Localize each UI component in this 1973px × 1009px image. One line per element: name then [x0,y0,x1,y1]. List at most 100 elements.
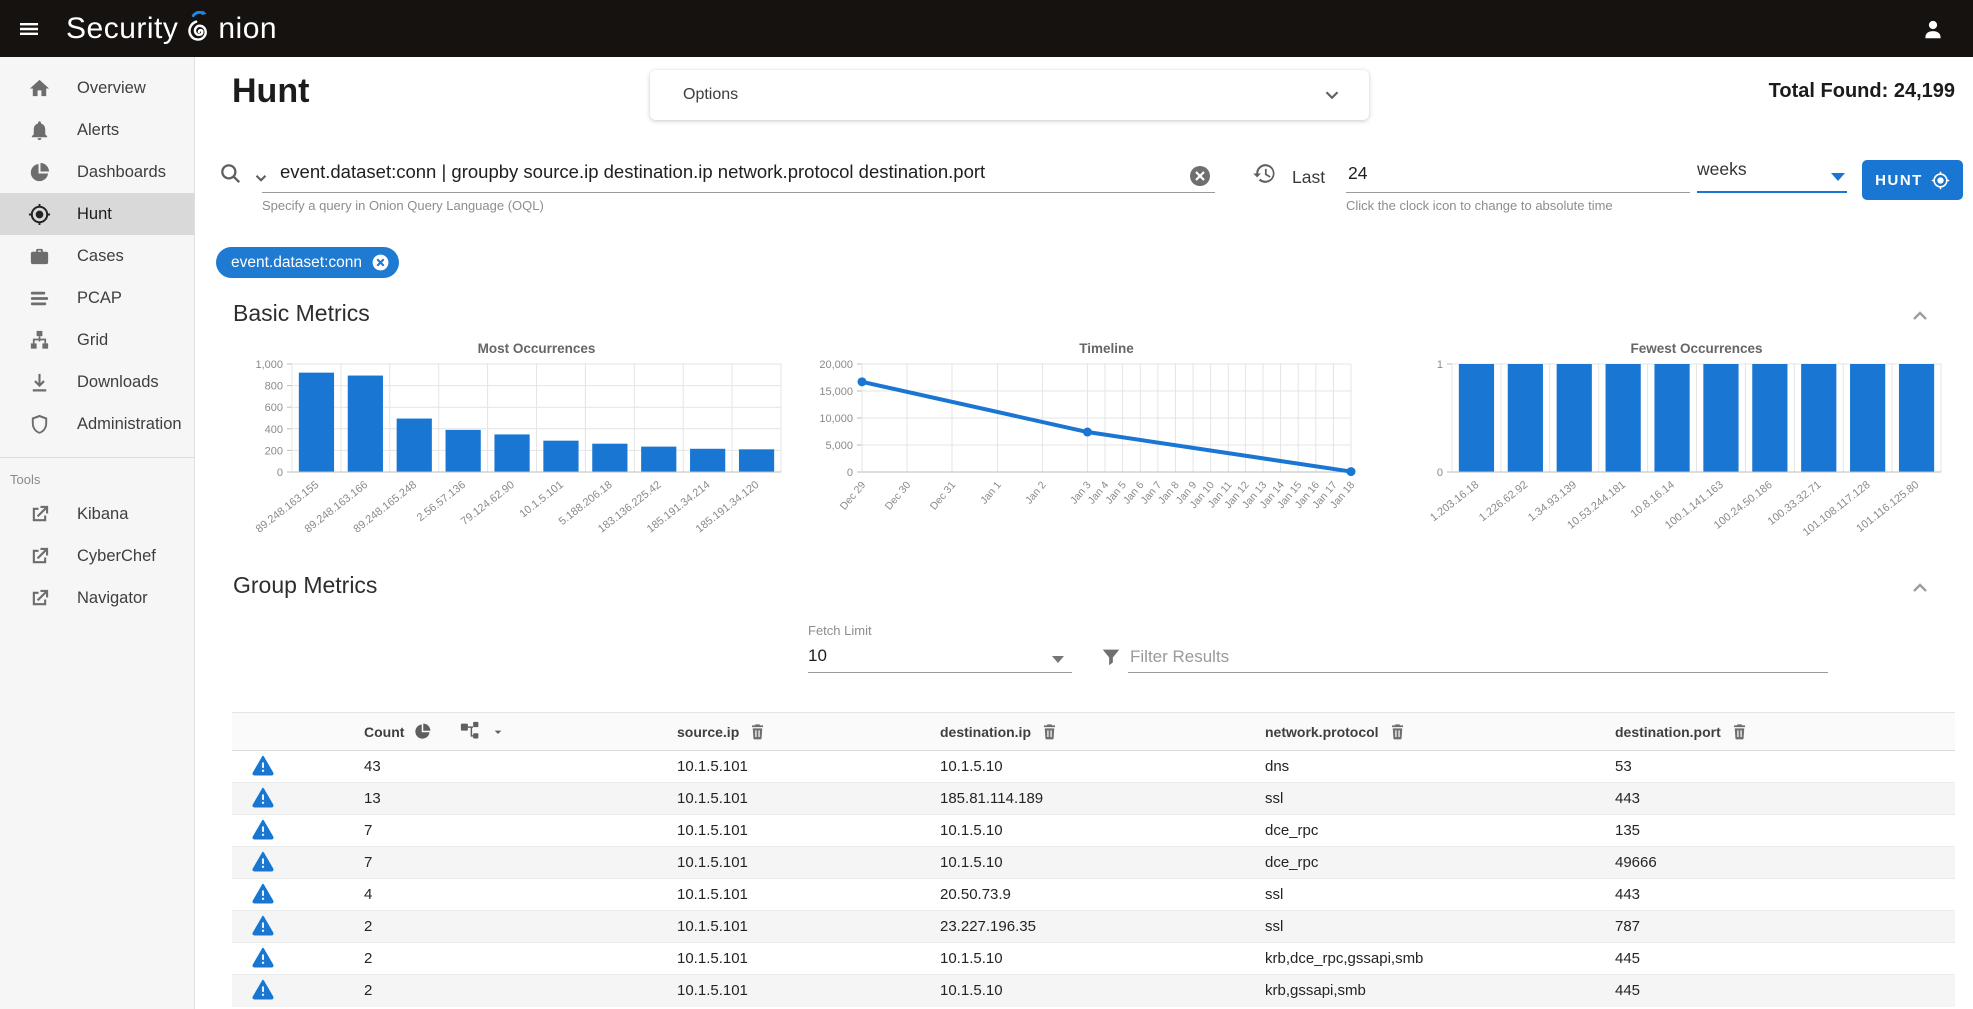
cell-destination-ip[interactable]: 23.227.196.35 [918,911,1243,943]
basic-metrics-collapse-icon[interactable] [1908,304,1932,328]
sidebar-item-dashboards[interactable]: Dashboards [0,151,194,193]
cell-source-ip[interactable]: 10.1.5.101 [655,911,918,943]
filter-results-input[interactable] [1130,644,1820,670]
cell-source-ip[interactable]: 10.1.5.101 [655,751,918,783]
cell-network-protocol[interactable]: dce_rpc [1243,815,1593,847]
cell-destination-ip[interactable]: 10.1.5.10 [918,751,1243,783]
sidebar-item-pcap[interactable]: PCAP [0,277,194,319]
last-label: Last [1292,167,1325,188]
svg-text:800: 800 [265,381,283,393]
sidebar-item-kibana[interactable]: Kibana [0,493,194,535]
cell-destination-port[interactable]: 787 [1593,911,1955,943]
cell-network-protocol[interactable]: ssl [1243,783,1593,815]
sidebar-item-cases[interactable]: Cases [0,235,194,277]
cell-source-ip[interactable]: 10.1.5.101 [655,943,918,975]
cell-destination-ip[interactable]: 10.1.5.10 [918,943,1243,975]
alert-triangle-icon[interactable] [252,850,274,872]
cell-network-protocol[interactable]: dns [1243,751,1593,783]
hunt-button-label: HUNT [1875,172,1923,189]
cell-destination-port[interactable]: 53 [1593,751,1955,783]
cell-destination-ip[interactable]: 10.1.5.10 [918,815,1243,847]
cell-network-protocol[interactable]: ssl [1243,879,1593,911]
cell-count[interactable]: 43 [342,751,655,783]
cell-destination-ip[interactable]: 185.81.114.189 [918,783,1243,815]
sidebar-item-downloads[interactable]: Downloads [0,361,194,403]
cell-destination-port[interactable]: 445 [1593,943,1955,975]
sidebar-item-navigator[interactable]: Navigator [0,577,194,619]
options-dropdown[interactable]: Options [650,70,1369,120]
user-icon [1920,16,1946,42]
time-hint: Click the clock icon to change to absolu… [1346,198,1613,213]
cell-count[interactable]: 2 [342,911,655,943]
chip-close-icon[interactable] [371,253,390,272]
svg-text:Most Occurrences: Most Occurrences [478,341,596,356]
cell-source-ip[interactable]: 10.1.5.101 [655,879,918,911]
group-graph-icon[interactable] [460,721,481,742]
cell-destination-port[interactable]: 443 [1593,783,1955,815]
cell-destination-ip[interactable]: 20.50.73.9 [918,879,1243,911]
cell-count[interactable]: 13 [342,783,655,815]
cell-destination-port[interactable]: 49666 [1593,847,1955,879]
table-header-source-ip: source.ip [655,713,918,751]
user-menu-button[interactable] [1913,9,1953,49]
pie-chart-icon[interactable] [413,722,432,741]
alert-triangle-icon[interactable] [252,882,274,904]
onion-icon [179,9,217,49]
timeline-chart: Timeline05,00010,00015,00020,000Dec 29De… [800,340,1365,570]
cell-network-protocol[interactable]: ssl [1243,911,1593,943]
alert-triangle-icon[interactable] [252,946,274,968]
cell-network-protocol[interactable]: krb,gssapi,smb [1243,975,1593,1007]
cell-network-protocol[interactable]: krb,dce_rpc,gssapi,smb [1243,943,1593,975]
hamburger-menu-icon[interactable] [6,6,52,52]
clear-query-button[interactable] [1188,164,1212,193]
relative-time-toggle[interactable] [1252,161,1277,191]
fetch-limit-select[interactable]: 10 [808,646,827,666]
cell-count[interactable]: 7 [342,847,655,879]
filter-chip[interactable]: event.dataset:conn [216,247,399,278]
pie-chart-icon [28,161,51,184]
cell-source-ip[interactable]: 10.1.5.101 [655,783,918,815]
cell-network-protocol[interactable]: dce_rpc [1243,847,1593,879]
app-bar: Security nion [0,0,1973,57]
alert-triangle-icon[interactable] [252,818,274,840]
alert-triangle-icon[interactable] [252,914,274,936]
table-row: 4310.1.5.10110.1.5.10dns53 [232,751,1955,783]
alert-triangle-icon[interactable] [252,786,274,808]
query-history-chevron-icon[interactable] [252,169,270,187]
cell-count[interactable]: 2 [342,975,655,1007]
duration-value-input[interactable] [1348,159,1678,187]
trash-icon[interactable] [1040,722,1059,741]
query-input[interactable] [280,157,1185,187]
sidebar-item-alerts[interactable]: Alerts [0,109,194,151]
hunt-button[interactable]: HUNT [1862,160,1963,200]
table-header-row: Count source.ip [232,713,1955,751]
cell-count[interactable]: 7 [342,815,655,847]
main-content: Hunt Options Total Found: 24,199 Last we… [195,57,1973,1009]
svg-text:10,000: 10,000 [819,413,853,425]
group-metrics-collapse-icon[interactable] [1908,576,1932,600]
trash-icon[interactable] [748,722,767,741]
cell-source-ip[interactable]: 10.1.5.101 [655,847,918,879]
total-found: Total Found: 24,199 [1769,80,1955,103]
cell-source-ip[interactable]: 10.1.5.101 [655,975,918,1007]
dropdown-arrow-icon[interactable] [490,724,506,740]
cell-destination-ip[interactable]: 10.1.5.10 [918,847,1243,879]
sidebar-item-cyberchef[interactable]: CyberChef [0,535,194,577]
alert-triangle-icon[interactable] [252,754,274,776]
trash-icon[interactable] [1730,722,1749,741]
cell-source-ip[interactable]: 10.1.5.101 [655,815,918,847]
cell-destination-port[interactable]: 445 [1593,975,1955,1007]
sidebar-item-grid[interactable]: Grid [0,319,194,361]
alert-triangle-icon[interactable] [252,978,274,1000]
fetch-limit-underline [808,672,1072,673]
cell-destination-port[interactable]: 443 [1593,879,1955,911]
sidebar-item-administration[interactable]: Administration [0,403,194,445]
sidebar-item-overview[interactable]: Overview [0,67,194,109]
cell-destination-ip[interactable]: 10.1.5.10 [918,975,1243,1007]
cell-count[interactable]: 2 [342,943,655,975]
trash-icon[interactable] [1388,722,1407,741]
cell-destination-port[interactable]: 135 [1593,815,1955,847]
svg-text:600: 600 [265,402,283,414]
cell-count[interactable]: 4 [342,879,655,911]
sidebar-item-hunt[interactable]: Hunt [0,193,194,235]
